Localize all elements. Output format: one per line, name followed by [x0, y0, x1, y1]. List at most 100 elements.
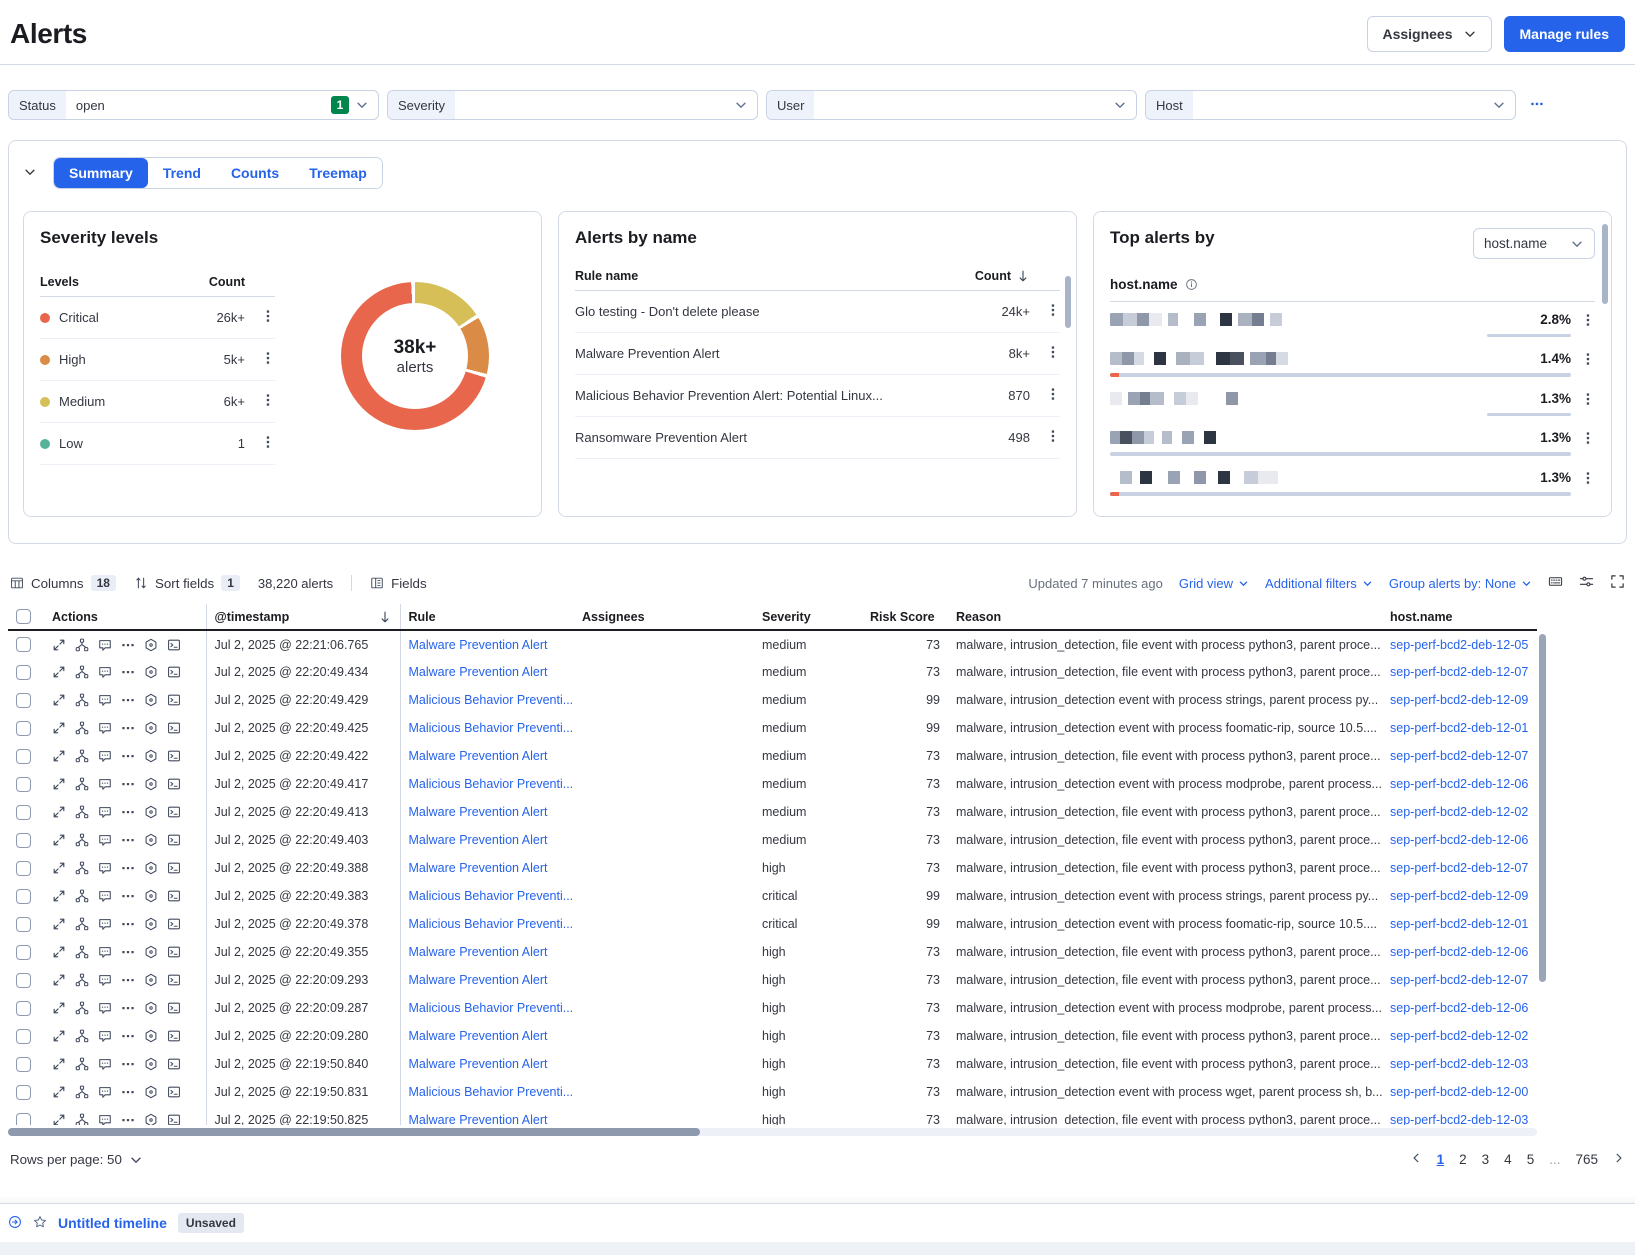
filter-severity[interactable]: Severity — [387, 90, 758, 120]
host-link[interactable]: sep-perf-bcd2-deb-12-06 — [1390, 777, 1528, 791]
investigate-in-timeline-icon[interactable] — [167, 721, 181, 735]
host-link[interactable]: sep-perf-bcd2-deb-12-07 — [1390, 749, 1528, 763]
risk-score-column-header[interactable]: Risk Score — [862, 604, 948, 630]
session-viewer-icon[interactable] — [144, 638, 158, 652]
host-link[interactable]: sep-perf-bcd2-deb-12-01 — [1390, 917, 1528, 931]
analyze-event-icon[interactable] — [75, 833, 89, 847]
expand-alert-icon[interactable] — [52, 638, 66, 652]
analyze-event-icon[interactable] — [75, 693, 89, 707]
more-actions-icon[interactable] — [121, 1001, 135, 1015]
more-actions-icon[interactable] — [121, 861, 135, 875]
add-note-icon[interactable] — [98, 917, 112, 931]
page-2-button[interactable]: 2 — [1459, 1152, 1467, 1167]
add-note-icon[interactable] — [98, 1085, 112, 1099]
rule-link[interactable]: Malicious Behavior Preventi... — [409, 917, 574, 931]
host-link[interactable]: sep-perf-bcd2-deb-12-00 — [1390, 1085, 1528, 1099]
expand-alert-icon[interactable] — [52, 1001, 66, 1015]
add-note-icon[interactable] — [98, 1029, 112, 1043]
rule-link[interactable]: Malware Prevention Alert — [409, 833, 548, 847]
add-note-icon[interactable] — [98, 1113, 112, 1125]
add-note-icon[interactable] — [98, 833, 112, 847]
investigate-in-timeline-icon[interactable] — [167, 861, 181, 875]
investigate-in-timeline-icon[interactable] — [167, 1085, 181, 1099]
session-viewer-icon[interactable] — [144, 889, 158, 903]
analyze-event-icon[interactable] — [75, 1029, 89, 1043]
host-link[interactable]: sep-perf-bcd2-deb-12-09 — [1390, 889, 1528, 903]
investigate-in-timeline-icon[interactable] — [167, 1057, 181, 1071]
rule-link[interactable]: Malware Prevention Alert — [409, 945, 548, 959]
rule-link[interactable]: Malware Prevention Alert — [409, 861, 548, 875]
kebab-menu-icon[interactable] — [1581, 352, 1595, 366]
tab-trend[interactable]: Trend — [148, 158, 216, 188]
host-name-column-header[interactable]: host.name — [1382, 604, 1537, 630]
vertical-scrollbar[interactable] — [1539, 634, 1546, 1122]
expand-alert-icon[interactable] — [52, 721, 66, 735]
additional-filters-button[interactable]: Additional filters — [1265, 576, 1373, 591]
host-link[interactable]: sep-perf-bcd2-deb-12-01 — [1390, 721, 1528, 735]
investigate-in-timeline-icon[interactable] — [167, 665, 181, 679]
favorite-timeline-button[interactable] — [33, 1215, 47, 1232]
expand-alert-icon[interactable] — [52, 693, 66, 707]
add-note-icon[interactable] — [98, 861, 112, 875]
expand-alert-icon[interactable] — [52, 665, 66, 679]
row-checkbox[interactable] — [16, 889, 31, 904]
session-viewer-icon[interactable] — [144, 833, 158, 847]
row-checkbox[interactable] — [16, 833, 31, 848]
expand-alert-icon[interactable] — [52, 1057, 66, 1071]
expand-alert-icon[interactable] — [52, 777, 66, 791]
kebab-menu-icon[interactable] — [1046, 345, 1060, 359]
session-viewer-icon[interactable] — [144, 805, 158, 819]
timestamp-column-header[interactable]: @timestamp — [206, 604, 400, 630]
more-actions-icon[interactable] — [121, 889, 135, 903]
previous-page-button[interactable] — [1410, 1152, 1422, 1167]
rule-link[interactable]: Malware Prevention Alert — [409, 638, 548, 652]
more-actions-icon[interactable] — [121, 1113, 135, 1125]
expand-alert-icon[interactable] — [52, 861, 66, 875]
investigate-in-timeline-icon[interactable] — [167, 805, 181, 819]
kebab-menu-icon[interactable] — [1046, 429, 1060, 443]
more-actions-icon[interactable] — [121, 945, 135, 959]
row-checkbox[interactable] — [16, 1113, 31, 1125]
kebab-menu-icon[interactable] — [261, 309, 275, 323]
session-viewer-icon[interactable] — [144, 777, 158, 791]
session-viewer-icon[interactable] — [144, 1113, 158, 1125]
rule-link[interactable]: Malicious Behavior Preventi... — [409, 777, 574, 791]
expand-alert-icon[interactable] — [52, 889, 66, 903]
session-viewer-icon[interactable] — [144, 1057, 158, 1071]
row-checkbox[interactable] — [16, 693, 31, 708]
more-actions-icon[interactable] — [121, 665, 135, 679]
rule-link[interactable]: Malicious Behavior Preventi... — [409, 1001, 574, 1015]
add-note-icon[interactable] — [98, 973, 112, 987]
page-3-button[interactable]: 3 — [1482, 1152, 1490, 1167]
expand-alert-icon[interactable] — [52, 917, 66, 931]
host-link[interactable]: sep-perf-bcd2-deb-12-06 — [1390, 833, 1528, 847]
filter-host[interactable]: Host — [1145, 90, 1516, 120]
vertical-scrollbar-thumb[interactable] — [1539, 634, 1546, 982]
more-actions-icon[interactable] — [121, 805, 135, 819]
timeline-title-link[interactable]: Untitled timeline — [58, 1215, 167, 1231]
page-765-button[interactable]: 765 — [1575, 1152, 1598, 1167]
assignees-column-header[interactable]: Assignees — [574, 604, 754, 630]
kebab-menu-icon[interactable] — [1581, 471, 1595, 485]
more-actions-icon[interactable] — [121, 693, 135, 707]
host-link[interactable]: sep-perf-bcd2-deb-12-07 — [1390, 665, 1528, 679]
tab-summary[interactable]: Summary — [54, 158, 148, 188]
row-checkbox[interactable] — [16, 945, 31, 960]
more-actions-icon[interactable] — [121, 1029, 135, 1043]
row-checkbox[interactable] — [16, 749, 31, 764]
top-alerts-field-select[interactable]: host.name — [1473, 228, 1595, 259]
expand-alert-icon[interactable] — [52, 1085, 66, 1099]
rows-per-page-button[interactable]: Rows per page: 50 — [10, 1152, 143, 1167]
add-note-icon[interactable] — [98, 777, 112, 791]
keyboard-shortcuts-button[interactable] — [1548, 574, 1563, 592]
rule-link[interactable]: Malicious Behavior Preventi... — [409, 693, 574, 707]
host-link[interactable]: sep-perf-bcd2-deb-12-07 — [1390, 861, 1528, 875]
session-viewer-icon[interactable] — [144, 917, 158, 931]
investigate-in-timeline-icon[interactable] — [167, 1029, 181, 1043]
tab-counts[interactable]: Counts — [216, 158, 294, 188]
row-checkbox[interactable] — [16, 917, 31, 932]
panel-scrollbar-thumb[interactable] — [1065, 276, 1071, 328]
next-page-button[interactable] — [1613, 1152, 1625, 1167]
sort-fields-button[interactable]: Sort fields 1 — [134, 575, 240, 591]
more-actions-icon[interactable] — [121, 1085, 135, 1099]
